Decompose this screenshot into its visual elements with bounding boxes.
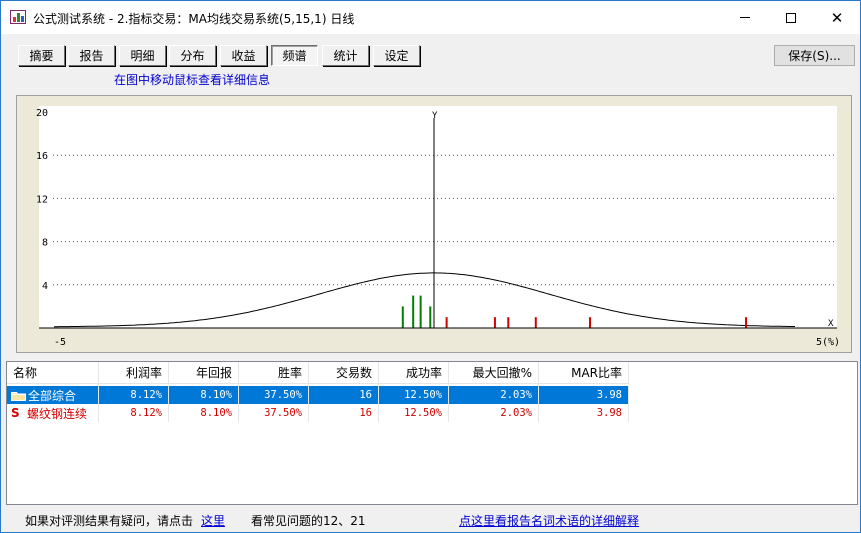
row-name-cell: S 螺纹钢连续 [7,404,99,422]
y-tick-label: 4 [42,281,48,292]
table-header: 名称 利润率 年回报 胜率 交易数 成功率 最大回撤% MAR比率 [7,362,629,384]
close-icon[interactable]: ✕ [814,1,860,34]
tab-settings[interactable]: 设定 [373,45,420,66]
chart-hint: 在图中移动鼠标查看详细信息 [114,73,271,87]
tab-spectrum[interactable]: 频谱 [271,45,318,66]
cell-trade-count: 16 [309,386,379,404]
cell-success-rate: 12.50% [379,386,449,404]
maximize-icon[interactable] [768,1,814,34]
tab-report[interactable]: 报告 [68,45,115,66]
y-axis-label: Y [432,111,438,121]
here-link[interactable]: 这里 [201,512,225,529]
tab-returns[interactable]: 收益 [220,45,267,66]
col-max-drawdown[interactable]: 最大回撤% [449,362,539,384]
cell-success-rate: 12.50% [379,404,449,422]
chart-svg: 20 16 12 8 4 Y X -5 5(%) [36,106,840,348]
cell-annual-return: 8.10% [169,404,239,422]
y-tick-label: 8 [42,238,48,249]
cell-max-drawdown: 2.03% [449,404,539,422]
tab-summary[interactable]: 摘要 [18,45,65,66]
col-trade-count[interactable]: 交易数 [309,362,379,384]
plot-area [39,106,837,328]
app-window: 公式测试系统 - 2.指标交易：MA均线交易系统(5,15,1) 日线 ✕ 摘要… [0,0,861,533]
cell-trade-count: 16 [309,404,379,422]
cell-max-drawdown: 2.03% [449,386,539,404]
col-mar-ratio[interactable]: MAR比率 [539,362,629,384]
status-footer: 如果对评测结果有疑问，请点击 这里 看常见问题的12、21 点这里看报告名词术语… [1,509,860,531]
y-tick-label: 16 [36,151,48,162]
cell-profit-rate: 8.12% [99,404,169,422]
s-icon: S [11,406,20,420]
tab-statistics[interactable]: 统计 [322,45,369,66]
x-min-label: -5 [54,337,66,348]
spectrum-chart[interactable]: 20 16 12 8 4 Y X -5 5(%) [16,95,852,353]
tab-details[interactable]: 明细 [119,45,166,66]
col-win-rate[interactable]: 胜率 [239,362,309,384]
col-success-rate[interactable]: 成功率 [379,362,449,384]
title-bar: 公式测试系统 - 2.指标交易：MA均线交易系统(5,15,1) 日线 ✕ [1,1,860,34]
row-name-cell: 全部综合 [7,386,99,404]
folder-icon [11,390,26,401]
x-max-label: 5(%) [816,337,840,348]
cell-mar-ratio: 3.98 [539,404,629,422]
cell-annual-return: 8.10% [169,386,239,404]
minimize-icon[interactable] [722,1,768,34]
cell-mar-ratio: 3.98 [539,386,629,404]
save-button[interactable]: 保存(S)... [774,45,855,66]
cell-profit-rate: 8.12% [99,386,169,404]
tab-distribution[interactable]: 分布 [169,45,216,66]
col-name[interactable]: 名称 [7,362,99,384]
row-name: 全部综合 [28,388,77,403]
col-profit-rate[interactable]: 利润率 [99,362,169,384]
cell-win-rate: 37.50% [239,404,309,422]
x-axis-label: X [828,319,834,329]
col-annual-return[interactable]: 年回报 [169,362,239,384]
table-row[interactable]: S 螺纹钢连续 8.12% 8.10% 37.50% 16 12.50% 2.0… [7,404,629,422]
glossary-link[interactable]: 点这里看报告名词术语的详细解释 [459,512,639,529]
cell-win-rate: 37.50% [239,386,309,404]
table-row[interactable]: 全部综合 8.12% 8.10% 37.50% 16 12.50% 2.03% … [7,386,629,404]
app-chart-icon [10,10,26,24]
y-tick-label: 20 [36,108,48,119]
question-text: 如果对评测结果有疑问，请点击 [25,514,194,528]
results-table: 名称 利润率 年回报 胜率 交易数 成功率 最大回撤% MAR比率 全部综合 8… [6,361,858,505]
y-tick-label: 12 [36,194,48,205]
window-title: 公式测试系统 - 2.指标交易：MA均线交易系统(5,15,1) 日线 [33,12,355,26]
faq-text: 看常见问题的12、21 [251,514,366,528]
row-name: 螺纹钢连续 [27,406,88,421]
